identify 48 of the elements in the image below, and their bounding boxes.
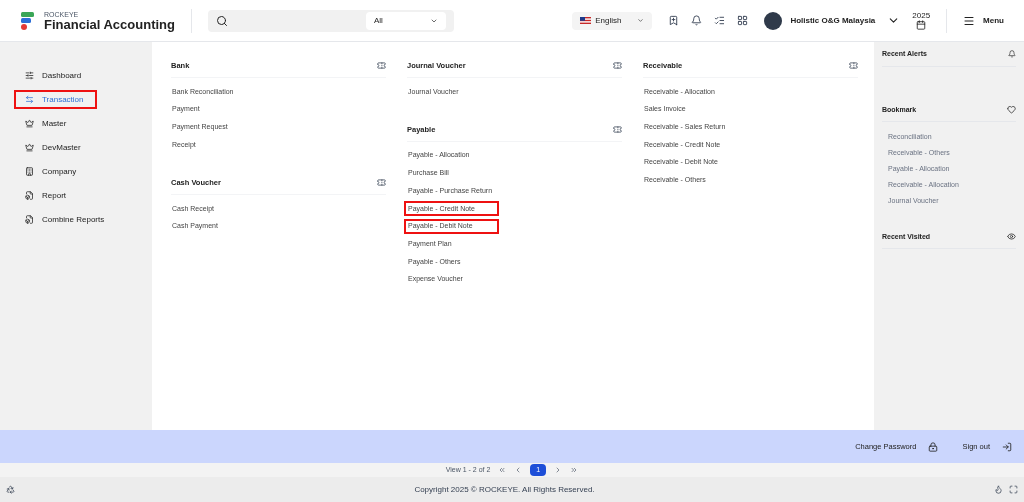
caret-icon	[637, 17, 645, 24]
ticket-icon	[613, 61, 622, 71]
bookmark-icon[interactable]	[668, 15, 680, 26]
language-dropdown[interactable]: English	[572, 11, 653, 30]
sidebar-item[interactable]: Company	[14, 162, 97, 181]
first-page-icon[interactable]	[498, 466, 507, 474]
calendar-icon[interactable]	[916, 19, 927, 30]
ticket-icon	[849, 61, 858, 71]
crown-icon	[25, 119, 34, 128]
arrows-icon	[25, 95, 34, 104]
copyright-text: Copyright 2025 © ROCKEYE. All Rights Reserved.	[413, 483, 596, 496]
sidebar-item[interactable]: Report	[14, 186, 97, 205]
year-label: 2025	[912, 11, 931, 20]
last-page-icon[interactable]	[570, 466, 579, 474]
menu-button[interactable]: Menu	[963, 14, 1004, 27]
building-icon	[25, 167, 34, 176]
notification-icon[interactable]	[691, 15, 703, 26]
bell-icon	[1008, 50, 1016, 59]
search-field[interactable]: All	[208, 9, 454, 32]
heart-icon[interactable]	[1007, 105, 1016, 115]
search-icon	[216, 14, 228, 27]
lock-icon	[928, 441, 939, 452]
menu-icon	[963, 14, 976, 27]
app-title: Financial Accounting	[44, 17, 175, 31]
sidebar-item[interactable]: Master	[14, 114, 97, 133]
ticket-icon	[377, 178, 386, 188]
logo-icon	[20, 10, 36, 31]
scope-dropdown[interactable]: All	[366, 11, 446, 30]
sign-out-icon	[1002, 441, 1012, 452]
sidebar-item[interactable]: Combine Reports	[14, 210, 113, 229]
flame-icon[interactable]	[994, 485, 1003, 494]
company-name: Holistic O&G Malaysia	[790, 14, 876, 27]
flag-icon	[580, 17, 592, 24]
ticket-icon	[613, 125, 622, 135]
grid-icon[interactable]	[737, 15, 749, 26]
avatar[interactable]	[764, 11, 783, 30]
fullscreen-icon[interactable]	[1009, 485, 1018, 494]
recycle-icon[interactable]	[6, 485, 15, 494]
crown-icon	[25, 143, 34, 152]
folder-icon	[25, 215, 34, 224]
sliders-icon	[25, 71, 34, 80]
checklist-icon[interactable]	[714, 15, 726, 26]
sidebar-item[interactable]: Transaction	[14, 90, 97, 109]
ticket-icon	[377, 61, 386, 71]
sidebar-item[interactable]: Dashboard	[14, 66, 97, 85]
sidebar-item[interactable]: DevMaster	[14, 138, 97, 157]
folder-icon	[25, 191, 34, 200]
eye-icon	[1007, 232, 1016, 242]
